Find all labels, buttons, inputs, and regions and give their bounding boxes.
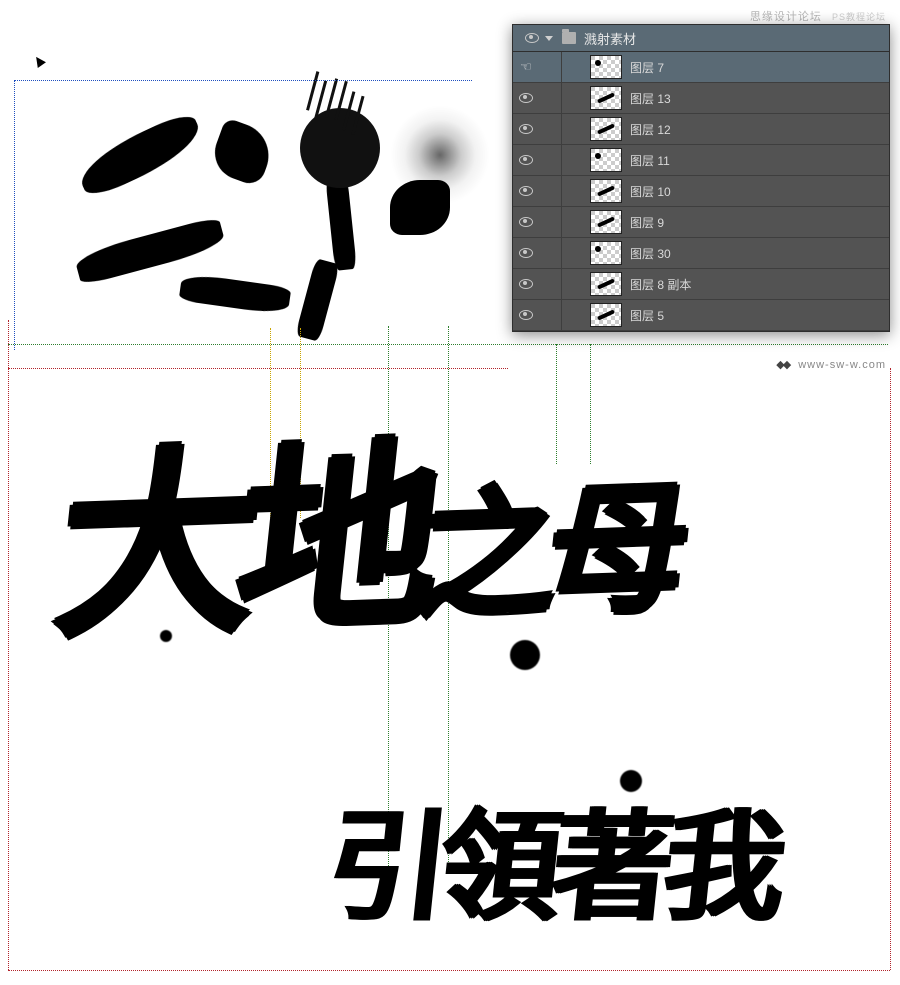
- group-name-label: 溅射素材: [584, 29, 636, 48]
- ink-splat-icon: [300, 108, 380, 188]
- ink-splat-icon: [510, 640, 540, 670]
- layer-name-label[interactable]: 图层 8 副本: [630, 276, 889, 293]
- eye-icon: [519, 279, 533, 289]
- layer-row[interactable]: 图层 5: [513, 300, 889, 331]
- calligraphy-line-1: 大地之母: [49, 439, 691, 641]
- guide-line: [8, 368, 508, 369]
- ink-splat-icon: [620, 770, 642, 792]
- guide-line: [8, 344, 888, 345]
- visibility-toggle[interactable]: [513, 155, 539, 165]
- calligraphy-text: 引領著我: [322, 801, 784, 935]
- folder-icon: [562, 32, 576, 44]
- layer-thumbnail[interactable]: [590, 86, 622, 110]
- lock-cell[interactable]: [539, 83, 562, 113]
- layer-thumbnail[interactable]: [590, 210, 622, 234]
- guide-line: [8, 970, 890, 971]
- thumbnail-preview-icon: [595, 246, 601, 252]
- lock-cell[interactable]: [539, 145, 562, 175]
- layer-name-label[interactable]: 图层 7: [630, 59, 889, 76]
- watermark-bottom: ◆◆ www-sw-w.com: [776, 358, 886, 371]
- eye-icon: [525, 33, 539, 43]
- lock-cell[interactable]: [539, 238, 562, 268]
- layer-name-label[interactable]: 图层 10: [630, 183, 889, 200]
- layer-name-label[interactable]: 图层 13: [630, 90, 889, 107]
- visibility-toggle[interactable]: [513, 93, 539, 103]
- thumbnail-preview-icon: [597, 309, 615, 320]
- collapse-arrow-icon[interactable]: [545, 36, 553, 41]
- layer-name-label[interactable]: 图层 11: [630, 152, 889, 169]
- layer-name-label[interactable]: 图层 30: [630, 245, 889, 262]
- layer-row[interactable]: ☜ 图层 7: [513, 52, 889, 83]
- layer-thumbnail[interactable]: [590, 272, 622, 296]
- guide-line: [890, 368, 891, 970]
- thumbnail-preview-icon: [597, 278, 615, 289]
- eye-icon: [519, 248, 533, 258]
- layer-group-header[interactable]: 溅射素材: [513, 25, 889, 52]
- ink-stroke-icon: [207, 117, 277, 187]
- visibility-toggle[interactable]: [513, 186, 539, 196]
- guide-line: [14, 80, 472, 81]
- layer-thumbnail[interactable]: [590, 303, 622, 327]
- lock-cell[interactable]: [539, 269, 562, 299]
- ink-stroke-icon: [73, 109, 208, 200]
- visibility-toggle[interactable]: [513, 310, 539, 320]
- calligraphy-text: 大地: [47, 426, 432, 661]
- logo-dots-icon: ◆◆: [776, 359, 789, 371]
- calligraphy-line-2: 引領著我: [321, 770, 787, 944]
- visibility-toggle[interactable]: [513, 124, 539, 134]
- hand-icon: ☜: [520, 59, 532, 75]
- layer-row[interactable]: 图层 11: [513, 145, 889, 176]
- eye-icon: [519, 217, 533, 227]
- visibility-toggle[interactable]: [513, 279, 539, 289]
- layer-row[interactable]: 图层 9: [513, 207, 889, 238]
- layer-row[interactable]: 图层 10: [513, 176, 889, 207]
- visibility-toggle[interactable]: [519, 33, 545, 43]
- visibility-toggle[interactable]: [513, 248, 539, 258]
- thumbnail-preview-icon: [597, 92, 615, 103]
- ink-stroke-icon: [73, 216, 226, 286]
- layer-thumbnail[interactable]: [590, 55, 622, 79]
- lock-cell[interactable]: [539, 52, 562, 82]
- layer-row[interactable]: 图层 8 副本: [513, 269, 889, 300]
- thumbnail-preview-icon: [595, 60, 601, 66]
- layer-thumbnail[interactable]: [590, 179, 622, 203]
- eye-icon: [519, 93, 533, 103]
- thumbnail-preview-icon: [595, 153, 601, 159]
- eye-icon: [519, 186, 533, 196]
- layer-name-label[interactable]: 图层 9: [630, 214, 889, 231]
- thumbnail-preview-icon: [597, 185, 615, 196]
- ink-stroke-icon: [325, 174, 357, 271]
- lock-cell[interactable]: [539, 176, 562, 206]
- visibility-toggle[interactable]: ☜: [513, 59, 539, 75]
- layer-name-label[interactable]: 图层 5: [630, 307, 889, 324]
- layer-thumbnail[interactable]: [590, 148, 622, 172]
- layer-row[interactable]: 图层 30: [513, 238, 889, 269]
- watermark-url: www-sw-w.com: [798, 359, 886, 371]
- layer-row[interactable]: 图层 13: [513, 83, 889, 114]
- lock-cell[interactable]: [539, 207, 562, 237]
- lock-cell[interactable]: [539, 114, 562, 144]
- layer-name-label[interactable]: 图层 12: [630, 121, 889, 138]
- guide-line: [8, 320, 9, 970]
- eye-icon: [519, 310, 533, 320]
- layer-thumbnail[interactable]: [590, 241, 622, 265]
- layers-panel[interactable]: 溅射素材 ☜ 图层 7 图层 13 图层 12: [512, 24, 890, 332]
- guide-line: [14, 80, 15, 350]
- ink-spray-icon: [390, 105, 490, 205]
- thumbnail-preview-icon: [597, 216, 615, 227]
- ink-stroke-icon: [179, 272, 292, 315]
- lock-cell[interactable]: [539, 300, 562, 330]
- watermark-main: 思缘设计论坛: [750, 11, 822, 23]
- layer-row[interactable]: 图层 12: [513, 114, 889, 145]
- thumbnail-preview-icon: [597, 123, 615, 134]
- brush-sample-area: [20, 30, 480, 320]
- watermark-ps: PS教程论坛: [832, 12, 886, 22]
- ink-splat-icon: [160, 630, 172, 642]
- layer-thumbnail[interactable]: [590, 117, 622, 141]
- ink-stroke-icon: [295, 258, 340, 342]
- eye-icon: [519, 124, 533, 134]
- eye-icon: [519, 155, 533, 165]
- visibility-toggle[interactable]: [513, 217, 539, 227]
- calligraphy-text: 之母: [410, 470, 688, 636]
